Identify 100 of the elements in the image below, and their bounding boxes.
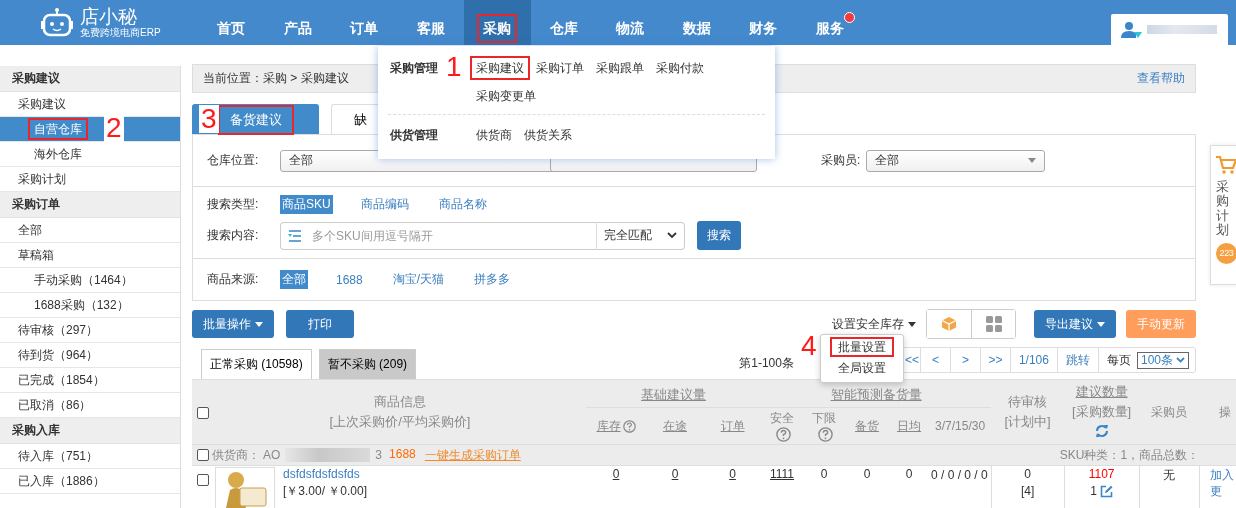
table-cell[interactable]: 1111	[770, 467, 795, 481]
nav-tab[interactable]: 服务	[796, 0, 863, 45]
page-range: 第1-100条	[739, 354, 794, 372]
sidebar-section-title: 采购订单	[0, 192, 180, 218]
sidebar-item[interactable]: 已入库（1886）	[0, 469, 180, 494]
nav-tab[interactable]: 财务	[730, 0, 797, 45]
refresh-icon[interactable]	[1094, 424, 1109, 438]
table-cell: 1	[1090, 484, 1097, 498]
column-header[interactable]: 库存	[596, 419, 621, 433]
sidebar-item[interactable]: 全部	[0, 218, 180, 243]
nav-tab[interactable]: 客服	[397, 0, 464, 45]
annotation-number: 3	[199, 105, 219, 133]
sidebar-item[interactable]: 手动采购（1464）	[0, 268, 180, 293]
nav-tab[interactable]: 物流	[597, 0, 664, 45]
search-button[interactable]: 搜索	[697, 221, 741, 250]
grid-view-button[interactable]	[971, 310, 1015, 338]
table-cell-text: 0	[1023, 467, 1032, 481]
sidebar-item[interactable]: 草稿箱	[0, 243, 180, 268]
caret-icon	[255, 321, 263, 327]
sidebar-item[interactable]: 自营仓库 2	[0, 117, 180, 142]
menu-item[interactable]: 供货关系	[524, 127, 572, 144]
menu-group-title: 采购管理	[390, 60, 439, 77]
column-header[interactable]: 订单	[720, 419, 745, 433]
filter-label: 仓库位置:	[207, 152, 260, 169]
menu-item[interactable]: 采购变更单	[476, 88, 536, 104]
help-icon[interactable]	[775, 427, 791, 443]
action-link[interactable]: 更	[1209, 484, 1222, 498]
sidebar-item[interactable]: 待到货（964）	[0, 343, 180, 368]
column-header[interactable]: 在途	[663, 419, 687, 433]
help-icon[interactable]	[622, 420, 636, 434]
print-button[interactable]: 打印	[286, 310, 354, 338]
menu-item[interactable]: 采购付款	[656, 60, 704, 76]
tab[interactable]: 3 备货建议	[192, 104, 319, 134]
chevron-icon	[1176, 357, 1185, 363]
sidebar-item[interactable]: 待审核（297）	[0, 318, 180, 343]
menu-item[interactable]: 采购建议	[472, 58, 528, 78]
column-header: [上次采购价/平均采购价]	[328, 413, 472, 431]
per-page-select[interactable]: 100条	[1136, 351, 1189, 369]
search-field[interactable]: 多个SKU间用逗号隔开	[280, 221, 596, 250]
nav-tab[interactable]: 首页	[198, 0, 265, 45]
sidebar-item[interactable]: 海外仓库	[0, 142, 180, 167]
table-cell: 0	[905, 467, 913, 481]
supplier-label: 供货商：	[212, 446, 260, 464]
help-link[interactable]: 查看帮助	[1137, 70, 1185, 87]
nav-tab[interactable]: 仓库	[530, 0, 597, 45]
filter-option[interactable]: 淘宝/天猫	[390, 270, 447, 289]
checkbox[interactable]	[197, 406, 209, 419]
table-cell: 0 / 0 / 0 / 0	[930, 468, 988, 482]
sidebar-item[interactable]: 待入库（751）	[0, 444, 180, 469]
filter-option[interactable]: 1688	[334, 271, 365, 288]
user-menu[interactable]	[1111, 14, 1228, 45]
caret-icon	[1097, 321, 1105, 327]
list-tab[interactable]: 暂不采购 (209)	[318, 349, 417, 379]
product-name-link[interactable]: dsfdsfdsfdsfds	[283, 467, 368, 481]
nav-tab[interactable]: 采购	[464, 0, 531, 45]
table-cell-text: 1107	[1087, 467, 1116, 481]
action-link[interactable]: 加入	[1209, 468, 1234, 482]
filter-option[interactable]: 商品SKU	[280, 195, 333, 214]
list-tab[interactable]: 正常采购 (10598)	[201, 349, 312, 379]
sidebar-section-title: 采购建议	[0, 66, 180, 92]
column-header: 商品信息	[373, 393, 427, 411]
sidebar-item[interactable]: 已完成（1854）	[0, 368, 180, 393]
platform-tag: 1688	[389, 446, 416, 461]
safety-stock-link[interactable]: 设置安全库存	[832, 315, 916, 333]
annotation-number: 4	[801, 332, 817, 360]
menu-item[interactable]: 供货商	[476, 127, 512, 144]
table-cell: 0	[863, 467, 871, 481]
export-button[interactable]: 导出建议	[1034, 310, 1116, 338]
edit-icon[interactable]	[1099, 484, 1113, 498]
table-cell[interactable]: 0	[671, 467, 679, 481]
filter-select[interactable]: 全部	[866, 149, 1046, 172]
filter-option[interactable]: 商品名称	[436, 195, 489, 214]
purchase-plan-widget[interactable]: 采购计划 223	[1210, 145, 1236, 285]
batch-actions-button[interactable]: 批量操作	[192, 310, 274, 338]
table-cell[interactable]: 0	[612, 467, 620, 481]
filter-option[interactable]: 商品编码	[358, 195, 411, 214]
breadcrumb: 当前位置：采购 > 采购建议	[203, 70, 349, 87]
menu-item[interactable]: 采购跟单	[596, 60, 644, 76]
table-cell[interactable]: 0	[729, 467, 736, 481]
logo-tagline: 免费跨境电商ERP	[80, 27, 161, 38]
checkbox[interactable]	[197, 449, 209, 461]
help-icon[interactable]	[817, 427, 833, 443]
column-header[interactable]: 建议数量	[1064, 382, 1140, 402]
price-text: [￥3.00/ ￥0.00]	[283, 483, 368, 500]
filter-label: 搜索内容:	[207, 227, 260, 244]
column-header: 下限	[812, 410, 837, 425]
sidebar-section-title: 采购入库	[0, 418, 180, 444]
column-header: [计划中]	[1003, 413, 1052, 431]
menu-item[interactable]: 采购订单	[536, 60, 584, 76]
filter-label: 搜索类型:	[207, 196, 260, 213]
nav-tab[interactable]: 订单	[331, 0, 398, 45]
nav-tab[interactable]: 数据	[663, 0, 730, 45]
match-select[interactable]: 完全匹配	[596, 221, 685, 250]
checkbox[interactable]	[197, 473, 209, 486]
logo-name: 店小秘	[80, 7, 138, 27]
menu-item[interactable]: 全局设置	[821, 358, 903, 379]
nav-tab[interactable]: 产品	[264, 0, 331, 45]
filter-option[interactable]: 拼多多	[472, 270, 513, 289]
filter-option[interactable]: 全部	[280, 270, 308, 289]
sidebar-item[interactable]: 1688采购（132）	[0, 293, 180, 318]
